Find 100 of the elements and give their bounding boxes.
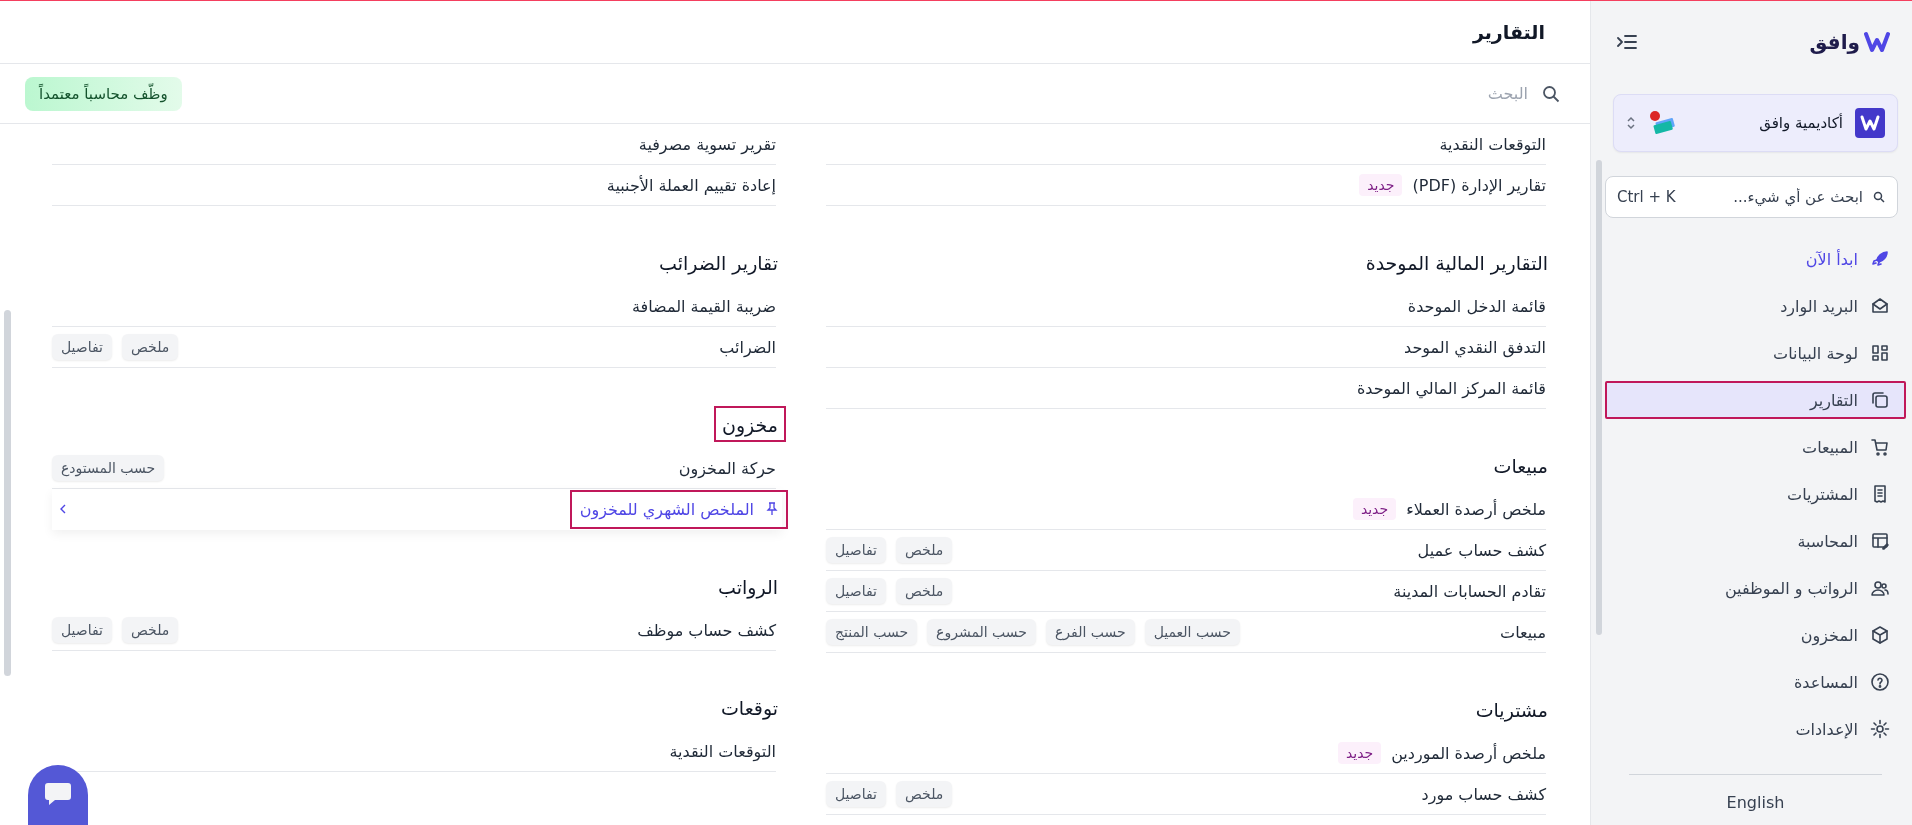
report-link[interactable]: قائمة الدخل الموحدة bbox=[1407, 296, 1546, 316]
section-heading: توقعات bbox=[719, 696, 779, 722]
report-link[interactable]: التوقعات النقدية bbox=[1439, 134, 1546, 154]
report-row[interactable]: قائمة المركز المالي الموحدة bbox=[826, 368, 1546, 409]
help-icon bbox=[1870, 672, 1890, 692]
filter-tag[interactable]: تفاصيل bbox=[826, 537, 886, 563]
report-link[interactable]: تقارير الإدارة (PDF) bbox=[1412, 175, 1546, 195]
new-badge: جديد bbox=[1359, 174, 1403, 196]
report-row[interactable]: كشف حساب موظف ملخص تفاصيل bbox=[52, 610, 776, 651]
report-row[interactable]: تقرير تسوية مصرفية bbox=[52, 124, 776, 165]
filter-tag[interactable]: ملخص bbox=[895, 578, 953, 604]
filter-tag[interactable]: حسب المنتج bbox=[826, 619, 918, 645]
report-row[interactable]: تقارير الإدارة (PDF) جديد bbox=[826, 165, 1546, 206]
report-link[interactable]: الملخص الشهري للمخزون bbox=[579, 499, 754, 519]
new-badge: جديد bbox=[1352, 498, 1397, 520]
report-row[interactable]: ضريبة القيمة المضافة bbox=[52, 286, 776, 327]
report-row[interactable]: حركة المخزون حسب المستودع bbox=[52, 448, 776, 489]
mail-icon bbox=[1870, 296, 1890, 316]
report-row[interactable]: التدفق النقدي الموحد bbox=[826, 327, 1546, 368]
reports-icon bbox=[1870, 390, 1890, 410]
report-row[interactable]: إعادة تقييم العملة الأجنبية bbox=[52, 165, 776, 206]
report-row[interactable]: ملخص أرصدة الموردين جديد bbox=[826, 733, 1546, 774]
brand-name: وافق bbox=[1809, 30, 1860, 54]
nav-item[interactable]: الرواتب و الموظفين bbox=[1605, 569, 1906, 607]
logo-icon bbox=[1855, 108, 1885, 138]
nav-item[interactable]: الإعدادات bbox=[1605, 710, 1906, 748]
report-row[interactable]: كشف حساب عميل ملخص تفاصيل bbox=[826, 530, 1546, 571]
ledger-icon bbox=[1870, 531, 1890, 551]
collapse-sidebar-button[interactable] bbox=[1615, 32, 1639, 52]
report-link[interactable]: ملخص أرصدة الموردين bbox=[1391, 743, 1546, 763]
section-heading: تقارير الضرائب bbox=[658, 251, 779, 277]
filter-tag[interactable]: حسب المستودع bbox=[52, 455, 165, 481]
section-heading: التقارير المالية الموحدة bbox=[1364, 251, 1549, 277]
search-icon bbox=[1542, 84, 1560, 103]
keyboard-shortcut: Ctrl + K bbox=[1617, 188, 1676, 206]
report-row[interactable]: ملخص أرصدة العملاء جديد bbox=[826, 489, 1546, 530]
report-row[interactable]: التوقعات النقدية bbox=[826, 124, 1546, 165]
report-link[interactable]: ضريبة القيمة المضافة bbox=[631, 296, 776, 316]
nav-item[interactable]: البريد الوارد bbox=[1605, 287, 1906, 325]
pin-icon[interactable] bbox=[766, 502, 778, 516]
nav-item[interactable]: المحاسبة bbox=[1605, 522, 1906, 560]
report-row[interactable]: تقادم الحسابات المدينة ملخص تفاصيل bbox=[826, 571, 1546, 612]
nav-item[interactable]: لوحة البيانات bbox=[1605, 334, 1906, 372]
scrollbar[interactable] bbox=[1596, 160, 1602, 635]
filter-tag[interactable]: ملخص bbox=[121, 334, 179, 360]
report-row[interactable]: مبيعات حسب العميل حسب الفرع حسب المشروع حسب المنتج bbox=[826, 612, 1546, 653]
chevron-icon bbox=[60, 504, 66, 514]
report-link[interactable]: تقادم الحسابات المدينة bbox=[1393, 581, 1546, 601]
section-heading: الرواتب bbox=[717, 575, 779, 601]
box-icon bbox=[1870, 625, 1890, 645]
report-link[interactable]: التوقعات النقدية bbox=[669, 741, 776, 761]
report-link[interactable]: ملخص أرصدة العملاء bbox=[1406, 499, 1546, 519]
report-link[interactable]: كشف حساب موظف bbox=[637, 620, 776, 640]
language-link[interactable]: English bbox=[1726, 793, 1785, 812]
nav-item[interactable]: المبيعات bbox=[1605, 428, 1906, 466]
report-link[interactable]: كشف حساب مورد bbox=[1421, 784, 1546, 804]
filter-tag[interactable]: ملخص bbox=[121, 617, 179, 643]
rocket-icon bbox=[1870, 249, 1890, 269]
filter-tag[interactable]: ملخص bbox=[895, 537, 953, 563]
nav-item[interactable]: المشتريات bbox=[1605, 475, 1906, 513]
users-icon bbox=[1870, 578, 1890, 598]
filter-tag[interactable]: تفاصيل bbox=[826, 781, 886, 807]
filter-tag[interactable]: تفاصيل bbox=[52, 617, 112, 643]
logo-icon bbox=[1864, 31, 1890, 53]
report-row[interactable]: كشف حساب مورد ملخص تفاصيل bbox=[826, 774, 1546, 815]
report-link[interactable]: حركة المخزون bbox=[678, 458, 776, 478]
section-heading: مبيعات bbox=[1492, 454, 1549, 479]
report-row[interactable]: الضرائب ملخص تفاصيل bbox=[52, 327, 776, 368]
page-title: التقارير bbox=[1472, 20, 1545, 43]
nav-item[interactable]: المساعدة bbox=[1605, 663, 1906, 701]
report-link[interactable]: كشف حساب عميل bbox=[1417, 540, 1546, 560]
chevron-updown-icon bbox=[1626, 115, 1636, 131]
nav-item[interactable]: التقارير bbox=[1605, 381, 1906, 419]
filter-tag[interactable]: ملخص bbox=[895, 781, 953, 807]
report-link[interactable]: الضرائب bbox=[719, 337, 776, 357]
report-link[interactable]: قائمة المركز المالي الموحدة bbox=[1356, 378, 1546, 398]
new-badge: جديد bbox=[1337, 742, 1382, 764]
report-link[interactable]: تقرير تسوية مصرفية bbox=[638, 134, 776, 154]
filter-tag[interactable]: تفاصيل bbox=[826, 578, 886, 604]
hire-accountant-button[interactable]: وظّف محاسباً معتمداً bbox=[25, 76, 182, 111]
filter-tag[interactable]: تفاصيل bbox=[52, 334, 112, 360]
report-link[interactable]: التدفق النقدي الموحد bbox=[1404, 337, 1546, 357]
cart-icon bbox=[1870, 437, 1890, 457]
section-heading: مشتريات bbox=[1474, 698, 1549, 724]
section-heading: مخزون bbox=[715, 408, 784, 440]
search-icon bbox=[1873, 191, 1885, 203]
nav-item[interactable]: المخزون bbox=[1605, 616, 1906, 654]
report-link[interactable]: إعادة تقييم العملة الأجنبية bbox=[606, 175, 776, 195]
organization-switcher[interactable]: أكاديمية وافق bbox=[1613, 94, 1898, 152]
report-row[interactable]: قائمة الدخل الموحدة bbox=[826, 286, 1546, 327]
filter-tag[interactable]: حسب الفرع bbox=[1046, 619, 1135, 645]
dashboard-icon bbox=[1870, 343, 1890, 363]
report-row[interactable]: الملخص الشهري للمخزون bbox=[52, 489, 782, 530]
report-link[interactable]: مبيعات bbox=[1500, 622, 1546, 642]
filter-tag[interactable]: حسب المشروع bbox=[927, 619, 1036, 645]
chat-button[interactable] bbox=[28, 765, 88, 825]
filter-tag[interactable]: حسب العميل bbox=[1144, 619, 1240, 645]
chat-icon bbox=[43, 781, 73, 807]
scrollbar[interactable] bbox=[4, 310, 11, 676]
nav-item[interactable]: ابدأ الآن bbox=[1605, 240, 1906, 278]
